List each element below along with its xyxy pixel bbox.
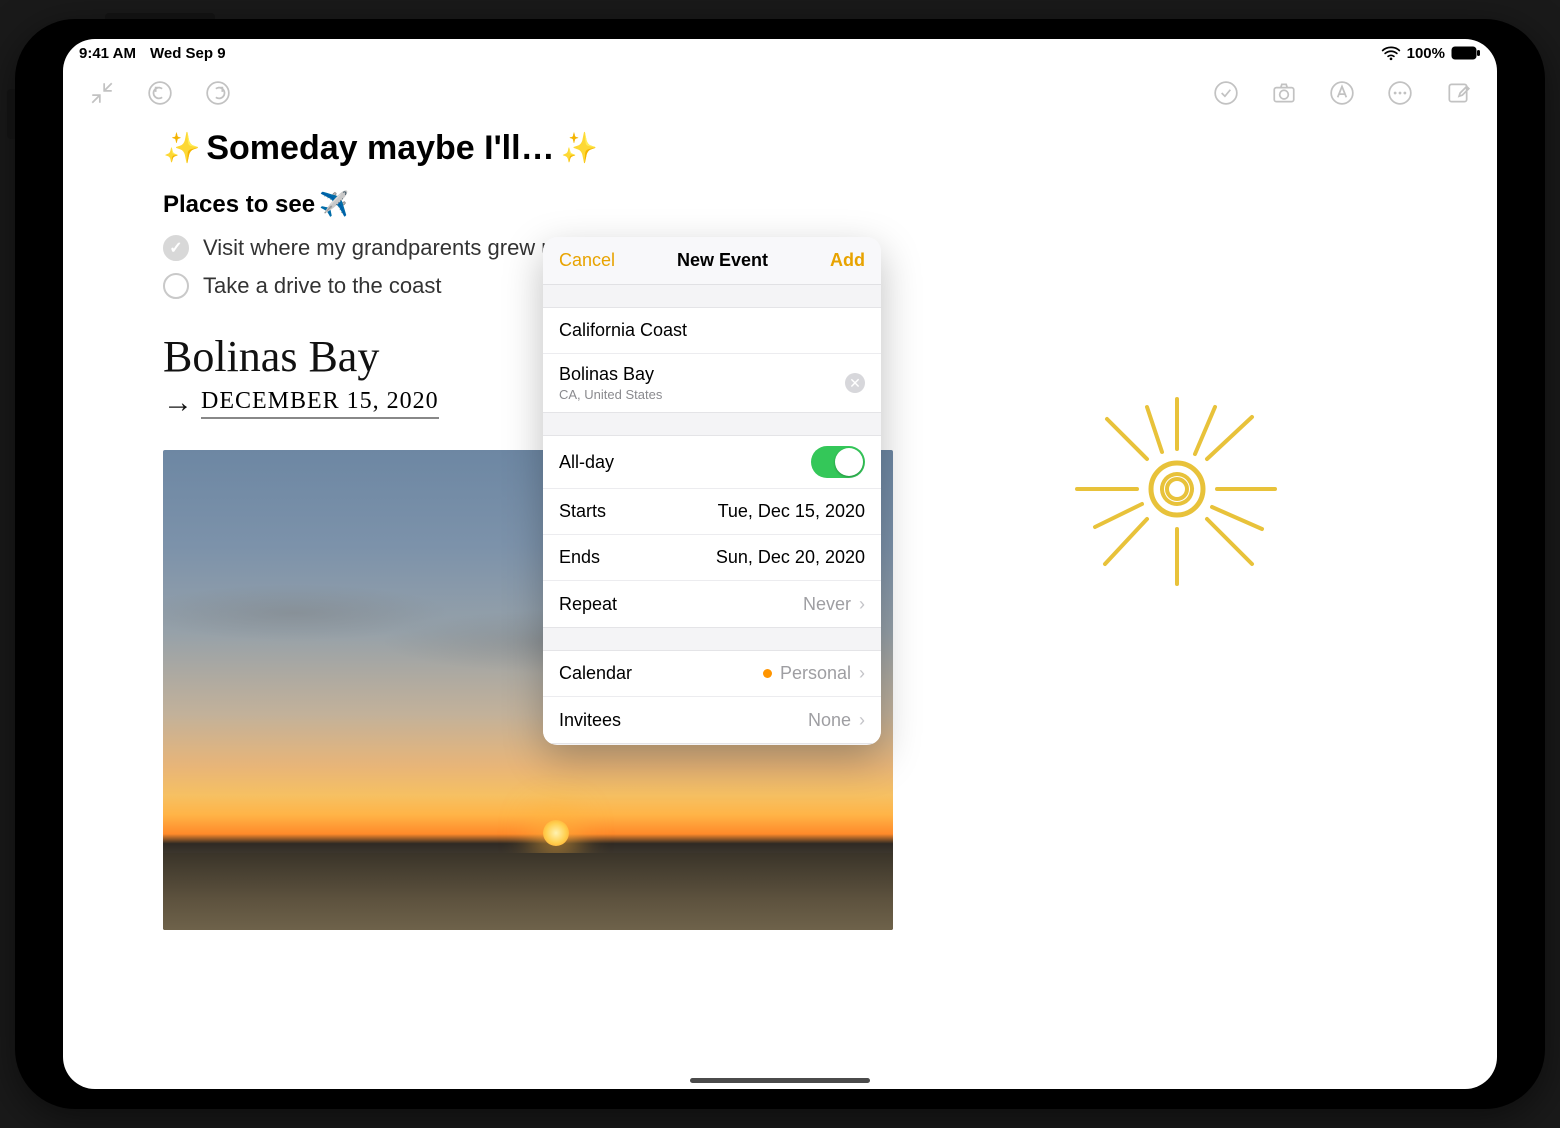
invitees-row[interactable]: Invitees None › [543, 697, 881, 743]
photo-foreground [163, 853, 893, 930]
arrow-right-icon: → [163, 386, 193, 420]
ends-value: Sun, Dec 20, 2020 [716, 547, 865, 568]
checklist-item-text: Take a drive to the coast [203, 273, 441, 299]
event-location-value: Bolinas Bay [559, 364, 654, 385]
repeat-value: Never [803, 594, 851, 615]
section-title: Places to see ✈️ [163, 190, 1497, 219]
ends-label: Ends [559, 547, 600, 568]
checkbox-checked-icon[interactable] [163, 235, 189, 261]
checklist-item-text: Visit where my grandparents grew up [203, 235, 566, 261]
event-title-field[interactable]: California Coast [543, 308, 881, 354]
calendar-section: Calendar Personal › Invitees None › [543, 650, 881, 744]
section-title-text: Places to see [163, 191, 315, 219]
all-day-label: All-day [559, 452, 614, 473]
repeat-label: Repeat [559, 594, 617, 615]
add-button[interactable]: Add [830, 250, 865, 271]
time-section: All-day Starts Tue, Dec 15, 2020 Ends Su… [543, 435, 881, 628]
title-location-section: California Coast Bolinas Bay CA, United … [543, 307, 881, 413]
ipad-frame: 9:41 AM Wed Sep 9 100% [15, 19, 1545, 1109]
checkbox-unchecked-icon[interactable] [163, 273, 189, 299]
starts-value: Tue, Dec 15, 2020 [718, 501, 865, 522]
photo-sun [543, 820, 569, 846]
airplane-icon: ✈️ [319, 190, 349, 219]
note-title: Someday maybe I'll… [206, 129, 554, 168]
invitees-value: None [808, 710, 851, 731]
sun-drawing [1047, 359, 1307, 619]
chevron-right-icon: › [859, 663, 865, 684]
ends-row[interactable]: Ends Sun, Dec 20, 2020 [543, 535, 881, 581]
chevron-right-icon: › [859, 710, 865, 731]
event-title-value: California Coast [559, 320, 687, 341]
event-location-sub: CA, United States [559, 387, 662, 402]
sparkle-icon: ✨ [163, 131, 200, 166]
all-day-row: All-day [543, 436, 881, 489]
cancel-button[interactable]: Cancel [559, 250, 615, 271]
starts-label: Starts [559, 501, 606, 522]
popover-title: New Event [677, 250, 768, 271]
invitees-label: Invitees [559, 710, 621, 731]
calendar-value: Personal [780, 663, 851, 684]
chevron-right-icon: › [859, 594, 865, 615]
calendar-color-dot [763, 669, 772, 678]
popover-header: Cancel New Event Add [543, 237, 881, 285]
new-event-popover: Cancel New Event Add California Coast Bo… [543, 237, 881, 745]
sparkle-icon: ✨ [561, 131, 598, 166]
starts-row[interactable]: Starts Tue, Dec 15, 2020 [543, 489, 881, 535]
calendar-label: Calendar [559, 663, 632, 684]
event-location-field[interactable]: Bolinas Bay CA, United States ✕ [543, 354, 881, 412]
clear-location-icon[interactable]: ✕ [845, 373, 865, 393]
all-day-toggle[interactable] [811, 446, 865, 478]
repeat-row[interactable]: Repeat Never › [543, 581, 881, 627]
note-title-row: ✨ Someday maybe I'll… ✨ [163, 129, 1497, 168]
home-indicator[interactable] [690, 1078, 870, 1083]
calendar-row[interactable]: Calendar Personal › [543, 651, 881, 697]
screen: 9:41 AM Wed Sep 9 100% [63, 39, 1497, 1089]
handwriting-date: DECEMBER 15, 2020 [201, 388, 439, 419]
